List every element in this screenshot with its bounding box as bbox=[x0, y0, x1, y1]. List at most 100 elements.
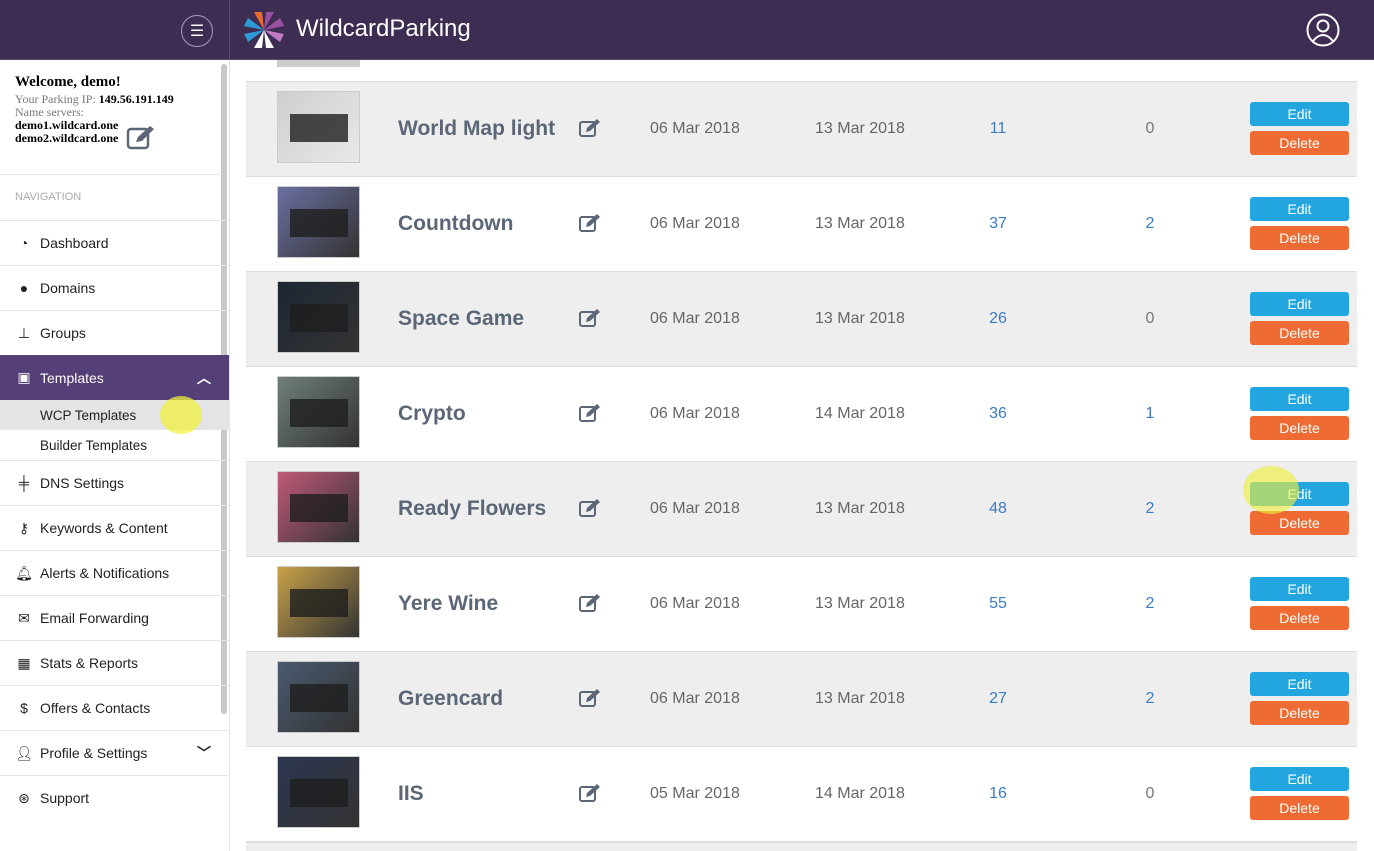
rename-icon[interactable] bbox=[579, 403, 601, 423]
templates-list: World Map light 06 Mar 2018 13 Mar 2018 … bbox=[230, 60, 1374, 851]
edit-button[interactable]: Edit bbox=[1250, 292, 1349, 316]
brand-name[interactable]: WildcardParking bbox=[296, 15, 471, 43]
chevron-down-icon: ﹀ bbox=[197, 745, 211, 761]
usage-count[interactable]: 55 bbox=[958, 595, 1038, 613]
usage-count[interactable]: 37 bbox=[958, 215, 1038, 233]
envelope-icon: ✉ bbox=[18, 609, 30, 626]
hamburger-icon[interactable]: ☰ bbox=[181, 15, 213, 47]
edit-button[interactable]: Edit bbox=[1250, 672, 1349, 696]
template-thumbnail[interactable] bbox=[277, 186, 360, 258]
nav-label: Templates bbox=[40, 369, 104, 386]
dashboard-icon: ◔ bbox=[19, 235, 29, 251]
edit-nameservers-icon[interactable] bbox=[126, 124, 156, 150]
delete-button[interactable]: Delete bbox=[1250, 701, 1349, 725]
dollar-icon: $ bbox=[20, 700, 28, 716]
usage-count[interactable]: 26 bbox=[958, 310, 1038, 328]
updated-date: 13 Mar 2018 bbox=[815, 500, 905, 517]
secondary-count[interactable]: 0 bbox=[1110, 120, 1190, 138]
nav-offers[interactable]: $ Offers & Contacts bbox=[0, 685, 229, 730]
nav-domains[interactable]: ● Domains bbox=[0, 265, 229, 310]
secondary-count[interactable]: 2 bbox=[1110, 690, 1190, 708]
rename-icon[interactable] bbox=[579, 118, 601, 138]
signpost-icon: ╪ bbox=[19, 475, 29, 491]
navigation-label: NAVIGATION bbox=[15, 191, 82, 203]
nav-dashboard[interactable]: ◔ Dashboard bbox=[0, 220, 229, 265]
globe-icon: ● bbox=[19, 280, 29, 296]
welcome-text: Welcome, demo! bbox=[15, 74, 121, 90]
user-icon: 👤︎ bbox=[15, 744, 33, 761]
template-thumbnail[interactable] bbox=[277, 471, 360, 543]
delete-button[interactable]: Delete bbox=[1250, 416, 1349, 440]
table-row: IIS 05 Mar 2018 14 Mar 2018 16 0 Edit De… bbox=[246, 747, 1357, 842]
nav-profile[interactable]: 👤︎ Profile & Settings ﹀ bbox=[0, 730, 229, 775]
usage-count[interactable]: 48 bbox=[958, 500, 1038, 518]
template-name: Crypto bbox=[398, 402, 466, 425]
nav-dns-settings[interactable]: ╪ DNS Settings bbox=[0, 460, 229, 505]
sitemap-icon: ⊥ bbox=[17, 324, 31, 341]
table-icon: ▦ bbox=[17, 654, 31, 671]
edit-button[interactable]: Edit bbox=[1250, 767, 1349, 791]
nav-alerts[interactable]: 🔔︎ Alerts & Notifications bbox=[0, 550, 229, 595]
usage-count[interactable]: 27 bbox=[958, 690, 1038, 708]
secondary-count[interactable]: 2 bbox=[1110, 595, 1190, 613]
key-icon: ⚷ bbox=[18, 519, 30, 536]
edit-button[interactable]: Edit bbox=[1250, 102, 1349, 126]
nav-keywords[interactable]: ⚷ Keywords & Content bbox=[0, 505, 229, 550]
nav-templates[interactable]: ▣ Templates ︿ bbox=[0, 355, 229, 400]
thumbnail-preview-box bbox=[290, 779, 348, 807]
nav-label: Email Forwarding bbox=[40, 610, 149, 626]
sub-builder-templates[interactable]: Builder Templates bbox=[0, 430, 229, 460]
thumbnail-preview-box bbox=[290, 494, 348, 522]
rename-icon[interactable] bbox=[579, 688, 601, 708]
rename-icon[interactable] bbox=[579, 593, 601, 613]
secondary-count[interactable]: 2 bbox=[1110, 500, 1190, 518]
nav-support[interactable]: ⊛ Support bbox=[0, 775, 229, 820]
delete-button[interactable]: Delete bbox=[1250, 606, 1349, 630]
template-thumbnail[interactable] bbox=[277, 566, 360, 638]
rename-icon[interactable] bbox=[579, 783, 601, 803]
secondary-count[interactable]: 0 bbox=[1110, 785, 1190, 803]
nav-email-forwarding[interactable]: ✉ Email Forwarding bbox=[0, 595, 229, 640]
delete-button[interactable]: Delete bbox=[1250, 511, 1349, 535]
edit-button[interactable]: Edit bbox=[1250, 577, 1349, 601]
delete-button[interactable]: Delete bbox=[1250, 226, 1349, 250]
updated-date: 13 Mar 2018 bbox=[815, 120, 905, 137]
secondary-count[interactable]: 1 bbox=[1110, 405, 1190, 423]
nav-label: Keywords & Content bbox=[40, 520, 168, 536]
template-thumbnail[interactable] bbox=[277, 661, 360, 733]
delete-button[interactable]: Delete bbox=[1250, 321, 1349, 345]
highlight-mark bbox=[1243, 466, 1299, 514]
template-thumbnail[interactable] bbox=[277, 756, 360, 828]
nav-groups[interactable]: ⊥ Groups bbox=[0, 310, 229, 355]
created-date: 06 Mar 2018 bbox=[650, 595, 740, 612]
usage-count[interactable]: 11 bbox=[958, 120, 1038, 138]
usage-count[interactable]: 36 bbox=[958, 405, 1038, 423]
top-bar: ☰ WildcardParking bbox=[0, 0, 1374, 60]
edit-button[interactable]: Edit bbox=[1250, 387, 1349, 411]
nav-label: Offers & Contacts bbox=[40, 700, 151, 716]
rename-icon[interactable] bbox=[579, 308, 601, 328]
nav-stats[interactable]: ▦ Stats & Reports bbox=[0, 640, 229, 685]
secondary-count[interactable]: 0 bbox=[1110, 310, 1190, 328]
delete-button[interactable]: Delete bbox=[1250, 796, 1349, 820]
chevron-up-icon: ︿ bbox=[197, 369, 211, 386]
template-thumbnail[interactable] bbox=[277, 376, 360, 448]
rename-icon[interactable] bbox=[579, 213, 601, 233]
usage-count[interactable]: 16 bbox=[958, 785, 1038, 803]
thumbnail-preview-box bbox=[290, 399, 348, 427]
divider bbox=[0, 174, 222, 175]
template-name: Yere Wine bbox=[398, 592, 499, 615]
highlight-mark bbox=[160, 396, 202, 434]
user-circle-icon[interactable] bbox=[1306, 13, 1340, 47]
briefcase-icon: ▣ bbox=[17, 369, 31, 385]
delete-button[interactable]: Delete bbox=[1250, 131, 1349, 155]
nav-label: Stats & Reports bbox=[40, 655, 139, 671]
table-row: Yere Wine 06 Mar 2018 13 Mar 2018 55 2 E… bbox=[246, 557, 1357, 652]
rename-icon[interactable] bbox=[579, 498, 601, 518]
template-thumbnail[interactable] bbox=[277, 91, 360, 163]
thumbnail-preview-box bbox=[290, 304, 348, 332]
updated-date: 13 Mar 2018 bbox=[815, 690, 905, 707]
secondary-count[interactable]: 2 bbox=[1110, 215, 1190, 233]
template-thumbnail[interactable] bbox=[277, 281, 360, 353]
edit-button[interactable]: Edit bbox=[1250, 197, 1349, 221]
